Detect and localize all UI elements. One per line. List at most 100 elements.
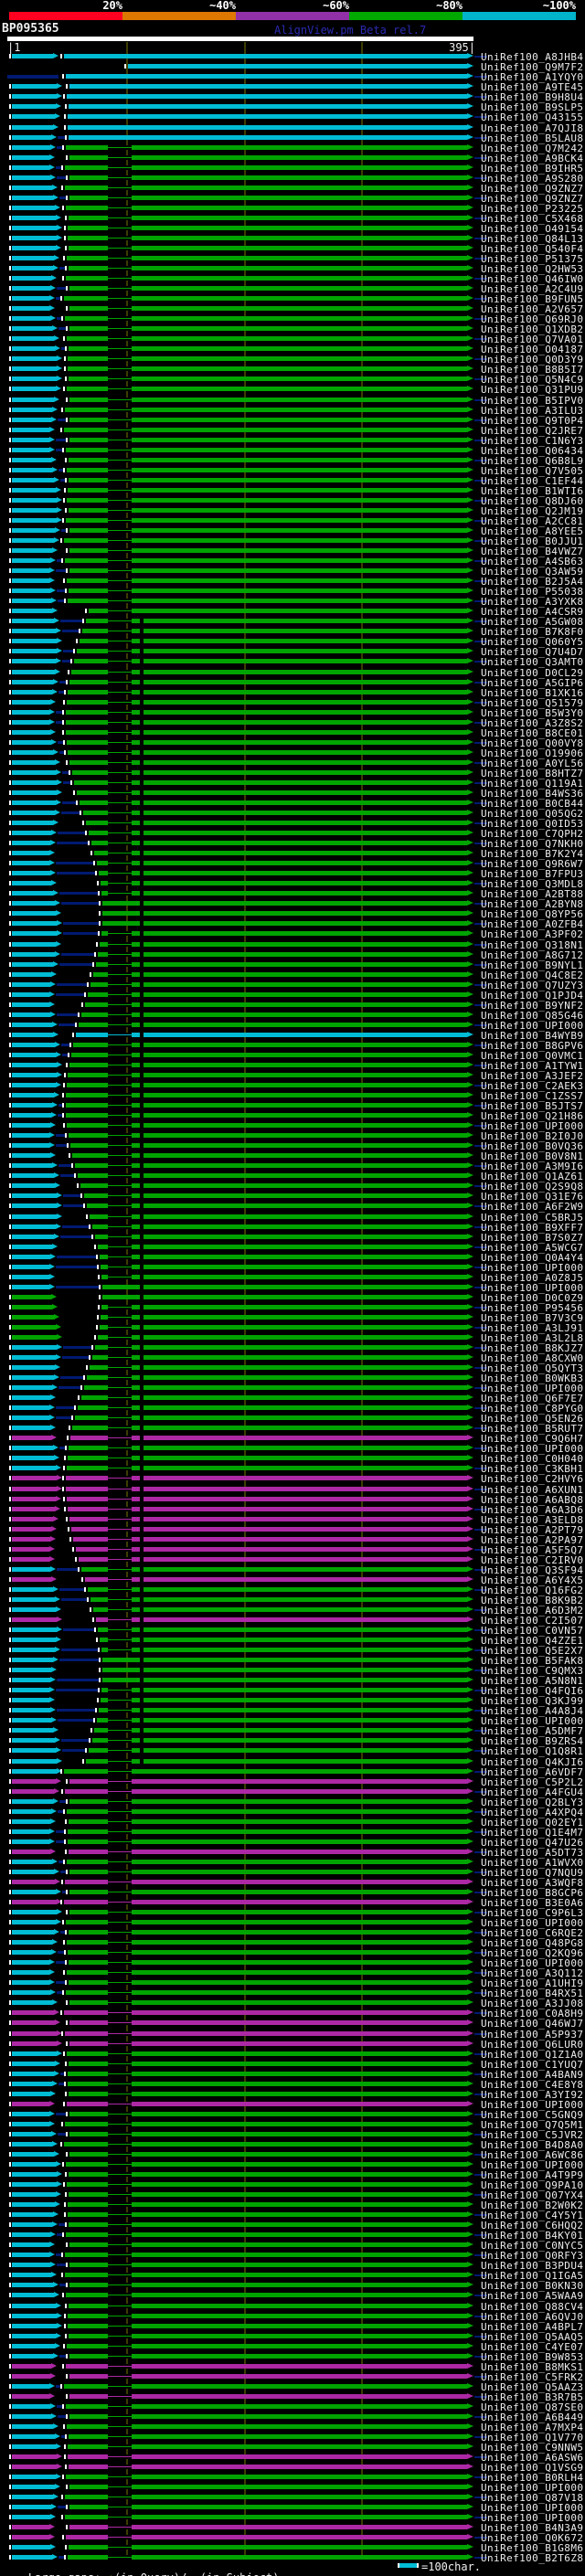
subject-label[interactable]: UniRef100_P51375	[481, 254, 585, 264]
left-hsp-arrow[interactable]	[12, 346, 55, 351]
left-hsp-arrow[interactable]	[12, 316, 50, 321]
main-hsp-bar[interactable]	[69, 134, 467, 140]
left-hsp-arrow[interactable]	[12, 2333, 56, 2338]
main-hsp-bar[interactable]	[88, 991, 467, 997]
subject-label[interactable]: UniRef100_A6D3M2	[481, 1606, 585, 1616]
subject-label[interactable]: UniRef100_A4BPL7	[481, 2322, 585, 2332]
subject-label[interactable]: UniRef100_Q5AAQ5	[481, 2332, 585, 2342]
subject-label[interactable]: UniRef100_A1TYW1	[481, 1061, 585, 1071]
left-hsp-arrow[interactable]	[12, 195, 53, 200]
left-hsp-arrow[interactable]	[12, 619, 54, 623]
subject-label[interactable]: UniRef100_A3PF02	[481, 929, 585, 939]
subject-label[interactable]: UniRef100_B8CE01	[481, 728, 585, 738]
subject-label[interactable]: UniRef100_A6ABQ8	[481, 1495, 585, 1505]
left-hsp-arrow[interactable]	[12, 1163, 52, 1168]
subject-label[interactable]: UniRef100_C5FRK2	[481, 2372, 585, 2382]
main-hsp-bar[interactable]	[78, 1405, 467, 1410]
subject-label[interactable]: UniRef100_A3WQF8	[481, 1878, 585, 1888]
subject-label[interactable]: UniRef100_UPI000..	[481, 2160, 585, 2170]
left-hsp-arrow[interactable]	[12, 1738, 55, 1743]
main-hsp-bar[interactable]	[101, 1314, 467, 1320]
left-hsp-arrow[interactable]	[12, 629, 56, 633]
left-hsp-arrow[interactable]	[12, 2030, 57, 2036]
subject-label[interactable]: UniRef100_Q16FG2	[481, 1585, 585, 1595]
subject-label[interactable]: UniRef100_P95456	[481, 1303, 585, 1313]
left-hsp-arrow[interactable]	[12, 286, 50, 291]
subject-label[interactable]: UniRef100_Q318N1	[481, 940, 585, 950]
subject-label[interactable]: UniRef100_Q2BLY3	[481, 1797, 585, 1807]
left-hsp-arrow[interactable]	[12, 961, 53, 967]
main-hsp-bar[interactable]	[80, 1183, 467, 1188]
main-hsp-bar[interactable]	[87, 1375, 467, 1380]
left-hsp-arrow[interactable]	[12, 921, 57, 926]
left-hsp-arrow[interactable]	[12, 1688, 49, 1692]
left-hsp-arrow[interactable]	[12, 1072, 57, 1077]
left-hsp-arrow[interactable]	[12, 2121, 49, 2126]
subject-label[interactable]: UniRef100_A3ELD8	[481, 1515, 585, 1525]
main-hsp-bar[interactable]	[90, 1214, 467, 1219]
left-hsp-arrow[interactable]	[12, 1083, 56, 1087]
main-hsp-bar[interactable]	[100, 1324, 467, 1330]
left-hsp-arrow[interactable]	[12, 1798, 53, 1804]
left-hsp-arrow[interactable]	[12, 1446, 53, 1450]
subject-label[interactable]: UniRef100_A3LJ91	[481, 1323, 585, 1333]
main-hsp-bar[interactable]	[75, 1415, 467, 1420]
main-hsp-bar[interactable]	[92, 1224, 467, 1229]
subject-label[interactable]: UniRef100_Q7V505	[481, 466, 585, 476]
subject-label[interactable]: UniRef100_A4XPQ4	[481, 1807, 585, 1818]
main-hsp-bar[interactable]	[74, 779, 467, 785]
subject-label[interactable]: UniRef100_C5BRJ5	[481, 1213, 585, 1223]
subject-label[interactable]: UniRef100_A6B449	[481, 2412, 585, 2422]
main-hsp-bar[interactable]	[100, 1254, 467, 1259]
subject-label[interactable]: UniRef100_P23225	[481, 204, 585, 214]
left-hsp-arrow[interactable]	[12, 1304, 52, 1309]
main-hsp-bar[interactable]	[73, 1042, 467, 1047]
subject-label[interactable]: UniRef100_C2IRV0	[481, 1555, 585, 1565]
subject-label[interactable]: UniRef100_A0Z8J5	[481, 1273, 585, 1283]
left-hsp-arrow[interactable]	[12, 2293, 54, 2297]
left-hsp-arrow[interactable]	[12, 507, 57, 513]
left-hsp-arrow[interactable]	[12, 2313, 57, 2318]
main-hsp-bar[interactable]	[76, 1546, 467, 1552]
main-hsp-bar[interactable]	[100, 1638, 467, 1642]
subject-label[interactable]: UniRef100_C4YE07	[481, 2342, 585, 2352]
left-hsp-arrow[interactable]	[12, 689, 52, 694]
left-hsp-arrow[interactable]	[12, 2182, 57, 2187]
subject-label[interactable]: UniRef100_A6A3D6	[481, 1505, 585, 1515]
subject-label[interactable]: UniRef100_B0CB44	[481, 799, 585, 809]
left-hsp-arrow[interactable]	[12, 1718, 51, 1723]
left-hsp-arrow[interactable]	[12, 941, 56, 947]
left-hsp-arrow[interactable]	[12, 1113, 51, 1118]
subject-label[interactable]: UniRef100_A6VDF7	[481, 1767, 585, 1777]
left-hsp-arrow[interactable]	[12, 790, 57, 795]
left-hsp-arrow[interactable]	[12, 2253, 49, 2257]
subject-label[interactable]: UniRef100_B8GPV6	[481, 1041, 585, 1051]
main-hsp-bar[interactable]	[96, 1617, 467, 1622]
left-hsp-arrow[interactable]	[12, 2212, 53, 2217]
main-hsp-bar[interactable]	[98, 951, 467, 957]
main-hsp-bar[interactable]	[68, 114, 467, 119]
subject-label[interactable]: UniRef100_A5F5Q7	[481, 1545, 585, 1555]
main-hsp-bar[interactable]	[99, 1708, 467, 1712]
left-hsp-arrow[interactable]	[12, 2263, 50, 2267]
left-hsp-arrow[interactable]	[12, 800, 56, 805]
left-hsp-arrow[interactable]	[12, 578, 49, 583]
subject-label[interactable]: UniRef100_Q06434	[481, 446, 585, 456]
left-hsp-arrow[interactable]	[12, 1808, 51, 1814]
left-hsp-arrow[interactable]	[12, 1022, 52, 1027]
main-hsp-bar[interactable]	[89, 831, 467, 835]
subject-label[interactable]: UniRef100_Q9ZNZ7	[481, 184, 585, 194]
left-hsp-arrow[interactable]	[12, 1173, 54, 1178]
left-hsp-arrow[interactable]	[12, 1536, 50, 1542]
subject-label[interactable]: UniRef100_Q2JRE7	[481, 426, 585, 436]
left-hsp-arrow[interactable]	[12, 1324, 56, 1330]
left-hsp-arrow[interactable]	[12, 1405, 49, 1410]
main-hsp-bar[interactable]	[99, 871, 467, 875]
subject-label[interactable]: UniRef100_UPI000..	[481, 1021, 585, 1031]
subject-label[interactable]: UniRef100_O19906	[481, 748, 585, 758]
left-hsp-arrow[interactable]	[12, 104, 56, 109]
left-hsp-arrow[interactable]	[12, 1930, 54, 1935]
subject-label[interactable]: UniRef100_A3JEF2	[481, 1071, 585, 1081]
subject-label[interactable]: UniRef100_A2CC81	[481, 516, 585, 526]
left-hsp-arrow[interactable]	[12, 2232, 50, 2237]
